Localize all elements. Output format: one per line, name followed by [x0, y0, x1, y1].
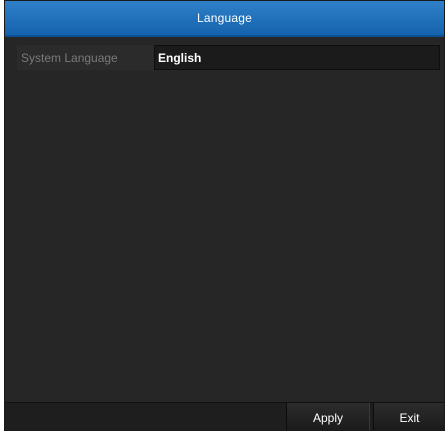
dialog-title: Language [197, 11, 252, 25]
dialog-footer: Apply Exit [5, 402, 444, 430]
apply-button[interactable]: Apply [286, 403, 370, 430]
system-language-row: System Language English [17, 45, 440, 70]
language-dialog: Language System Language English Apply E… [4, 0, 445, 431]
dialog-content: System Language English [5, 37, 444, 402]
system-language-label: System Language [17, 45, 154, 70]
exit-button[interactable]: Exit [373, 403, 444, 430]
dialog-titlebar: Language [5, 1, 444, 37]
system-language-select[interactable]: English [154, 45, 440, 70]
